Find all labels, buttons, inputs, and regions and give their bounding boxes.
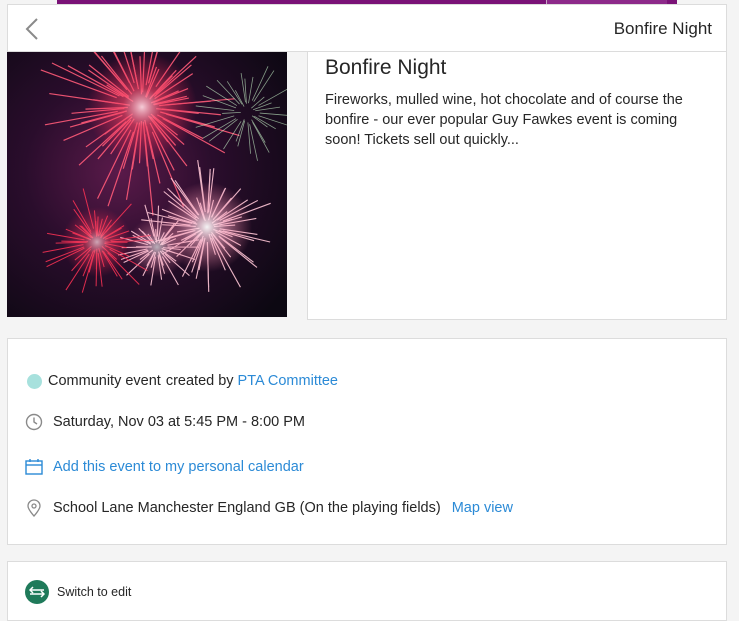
category-row: Community event created by PTA Committee	[25, 372, 338, 390]
event-location: School Lane Manchester England GB (On th…	[53, 500, 441, 516]
calendar-row: Add this event to my personal calendar	[25, 458, 304, 476]
event-details-card: Community event created by PTA Committee…	[7, 338, 727, 545]
swap-arrows-icon	[25, 580, 49, 604]
switch-to-edit-label: Switch to edit	[57, 585, 131, 599]
calendar-icon	[25, 458, 43, 476]
switch-to-edit-button[interactable]: Switch to edit	[25, 580, 131, 604]
event-summary-card: Bonfire Night Fireworks, mulled wine, ho…	[307, 52, 727, 320]
chevron-left-icon	[25, 18, 39, 40]
clock-icon	[25, 413, 43, 431]
datetime-row: Saturday, Nov 03 at 5:45 PM - 8:00 PM	[25, 413, 305, 431]
page-header: Bonfire Night	[7, 4, 727, 52]
event-title: Bonfire Night	[325, 54, 446, 82]
footer-card: Switch to edit	[7, 561, 727, 621]
event-image	[7, 52, 287, 317]
creator-link[interactable]: PTA Committee	[238, 373, 338, 389]
back-button[interactable]	[18, 15, 46, 43]
add-to-calendar-link[interactable]: Add this event to my personal calendar	[53, 459, 304, 475]
page-title: Bonfire Night	[614, 5, 712, 53]
fireworks-photo	[7, 52, 287, 317]
category-color-dot-icon	[25, 372, 43, 390]
location-row: School Lane Manchester England GB (On th…	[25, 499, 513, 517]
event-description: Fireworks, mulled wine, hot chocolate an…	[325, 90, 705, 150]
created-by-label: created by	[166, 373, 234, 389]
category-label: Community event	[48, 373, 161, 389]
map-view-link[interactable]: Map view	[452, 500, 513, 516]
event-datetime: Saturday, Nov 03 at 5:45 PM - 8:00 PM	[53, 414, 305, 430]
location-pin-icon	[25, 499, 43, 517]
